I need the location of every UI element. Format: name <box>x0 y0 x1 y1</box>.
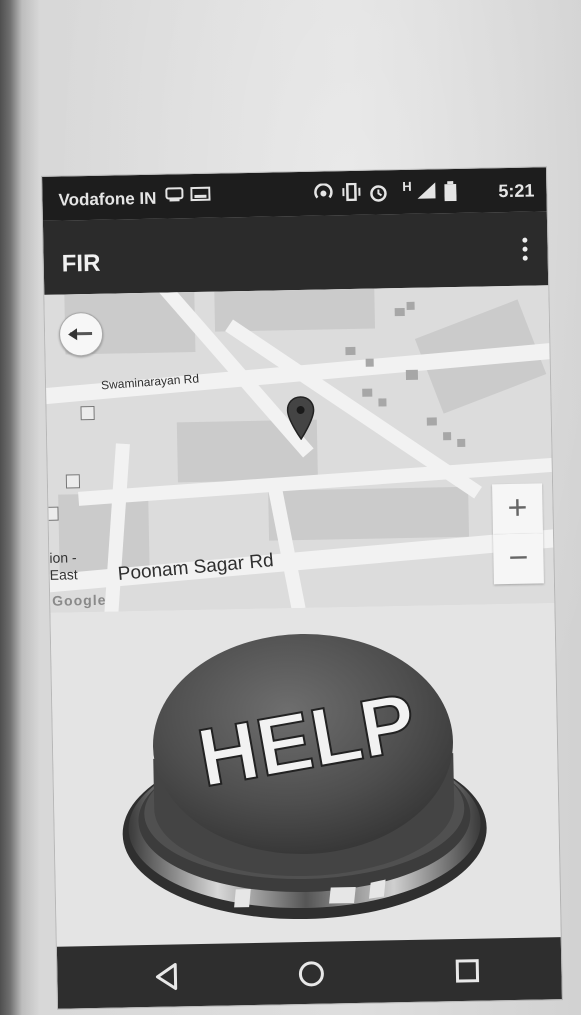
back-icon[interactable] <box>149 958 186 995</box>
map-building <box>362 388 373 397</box>
signal-icon <box>416 181 436 202</box>
map-building <box>378 398 387 407</box>
map-building <box>345 346 356 356</box>
cast-icon <box>164 186 184 205</box>
help-label: HELP <box>191 677 422 805</box>
image-icon <box>190 186 211 205</box>
app-bar: FIR <box>42 211 549 295</box>
home-icon[interactable] <box>293 956 330 993</box>
map-building <box>394 307 405 317</box>
poi-icon[interactable] <box>80 405 95 421</box>
map-building <box>406 301 415 310</box>
recents-icon[interactable] <box>449 953 486 990</box>
map-view[interactable]: Swaminarayan Rd Poonam Sagar Rd ion - Ea… <box>44 285 555 613</box>
overflow-menu-icon[interactable] <box>521 237 529 264</box>
help-label-layer: HELP <box>190 676 423 806</box>
network-type: H <box>402 178 412 194</box>
map-building <box>365 358 374 367</box>
map-block <box>268 486 470 541</box>
zoom-in-button[interactable]: + <box>492 483 543 535</box>
carrier-name: Vodafone IN <box>58 188 157 210</box>
battery-icon <box>444 181 457 204</box>
poi-icon[interactable] <box>65 474 81 489</box>
edge-label: ion - <box>49 549 77 566</box>
navigation-bar <box>56 937 562 1009</box>
map-building <box>457 438 466 447</box>
alarm-icon <box>368 182 388 205</box>
google-attribution: Google <box>52 591 107 609</box>
map-building <box>426 417 437 426</box>
app-title: FIR <box>61 249 101 278</box>
zoom-out-button[interactable]: − <box>493 533 544 585</box>
phone-screenshot: Vodafone IN H 5:21 FIR Swaminarayan Rd P… <box>42 167 562 1009</box>
map-building <box>405 369 419 380</box>
vibrate-icon <box>340 182 362 204</box>
location-pin-icon[interactable] <box>286 396 315 441</box>
edge-label: East <box>49 566 78 583</box>
map-building <box>443 432 452 441</box>
hotspot-icon <box>312 182 334 204</box>
clock: 5:21 <box>498 180 535 202</box>
help-area: HELP <box>50 603 561 947</box>
